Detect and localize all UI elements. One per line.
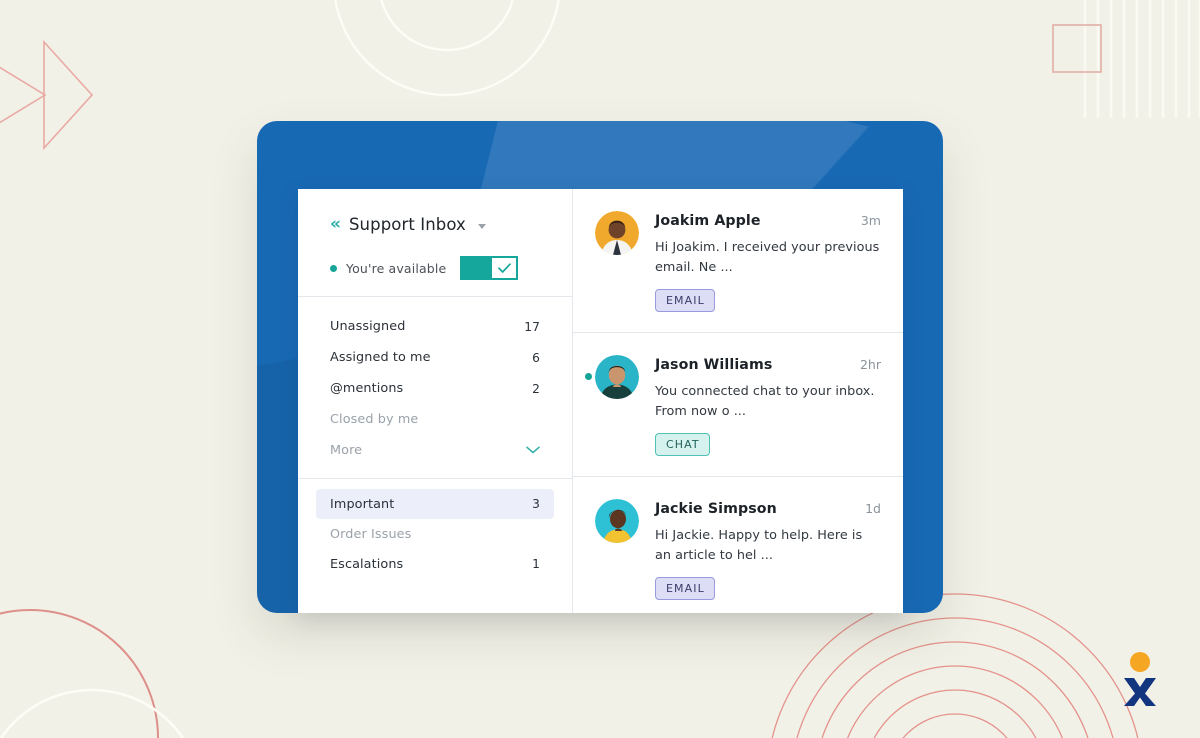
sidebar-item-count: 2 (532, 381, 540, 396)
contact-name: Jason Williams (655, 357, 773, 373)
status-dot (330, 264, 337, 272)
timestamp: 3m (860, 213, 881, 228)
sidebar-item-label: More (330, 443, 363, 458)
timestamp: 1d (865, 501, 881, 516)
tag-nav-list: Important 3 Order Issues Escalations 1 (298, 479, 572, 579)
conversation-header: Jackie Simpson 1d (655, 501, 881, 517)
sidebar-item-label: Unassigned (330, 319, 406, 334)
toggle-knob[interactable] (490, 256, 519, 280)
concentric-arcs (771, 593, 1139, 738)
conversation-body: Joakim Apple 3m Hi Joakim. I received yo… (655, 211, 881, 316)
sidebar-item-mentions[interactable]: @mentions 2 (330, 373, 540, 404)
sidebar-item-count: 6 (532, 350, 540, 365)
top-concentric-circles (334, 0, 560, 97)
avatar (595, 211, 639, 255)
sidebar-item-label: @mentions (330, 381, 404, 396)
sidebar-item-label: Closed by me (330, 412, 419, 427)
toggle-track[interactable] (460, 256, 491, 280)
availability-label: You're available (346, 260, 447, 276)
sidebar-header: « Support Inbox You're available (298, 189, 572, 296)
page-title: Support Inbox (348, 215, 466, 234)
sidebar-item-escalations[interactable]: Escalations 1 (316, 549, 554, 579)
sidebar-item-unassigned[interactable]: Unassigned 17 (330, 311, 540, 342)
sidebar-item-assigned-to-me[interactable]: Assigned to me 6 (330, 342, 540, 373)
sidebar-item-more[interactable]: More (330, 435, 540, 466)
unread-indicator (585, 373, 592, 380)
check-icon (497, 262, 511, 273)
sidebar-item-label: Escalations (330, 556, 404, 572)
availability-row: You're available (330, 256, 572, 280)
message-preview: You connected chat to your inbox. From n… (655, 384, 875, 419)
availability-toggle[interactable] (460, 256, 519, 280)
collapse-icon[interactable]: « (330, 216, 341, 233)
conversation-body: Jackie Simpson 1d Hi Jackie. Happy to he… (655, 499, 881, 605)
sidebar-item-count: 3 (532, 497, 540, 511)
sidebar-item-count: 1 (532, 557, 540, 571)
list-item[interactable]: Joakim Apple 3m Hi Joakim. I received yo… (573, 189, 903, 333)
sidebar-item-important[interactable]: Important 3 (316, 489, 554, 519)
chevron-down-icon[interactable] (477, 223, 486, 229)
sidebar: « Support Inbox You're available Unassig… (298, 189, 573, 613)
logo-dot (1130, 652, 1150, 672)
conversation-header: Jason Williams 2hr (655, 357, 881, 373)
contact-name: Jackie Simpson (655, 501, 777, 517)
inbox-app-window: « Support Inbox You're available Unassig… (298, 189, 903, 613)
sidebar-item-label: Assigned to me (330, 350, 431, 365)
vertical-stripes (1083, 0, 1200, 118)
inbox-selector[interactable]: « Support Inbox (330, 215, 572, 234)
list-item[interactable]: Jason Williams 2hr You connected chat to… (573, 333, 903, 477)
conversation-list: Joakim Apple 3m Hi Joakim. I received yo… (573, 189, 903, 613)
sidebar-item-closed-by-me[interactable]: Closed by me (330, 404, 540, 435)
conversation-body: Jason Williams 2hr You connected chat to… (655, 355, 881, 460)
avatar (595, 355, 639, 399)
contact-name: Joakim Apple (655, 213, 761, 229)
list-item[interactable]: Jackie Simpson 1d Hi Jackie. Happy to he… (573, 477, 903, 613)
sidebar-item-label: Order Issues (330, 526, 412, 542)
message-preview: Hi Jackie. Happy to help. Here is an art… (655, 528, 863, 563)
sidebar-item-order-issues[interactable]: Order Issues (316, 519, 554, 549)
channel-badge: EMAIL (655, 576, 715, 600)
sidebar-item-count: 17 (524, 319, 540, 334)
channel-badge: CHAT (655, 432, 710, 456)
timestamp: 2hr (859, 357, 881, 372)
logo-x (1124, 678, 1156, 706)
message-preview: Hi Joakim. I received your previous emai… (655, 240, 880, 275)
avatar (595, 499, 639, 543)
nexthink-x-logo (1124, 652, 1156, 706)
chevron-triangles-icon (0, 39, 94, 151)
channel-badge: EMAIL (655, 288, 715, 312)
bottom-left-circles (0, 609, 185, 738)
sidebar-item-label: Important (330, 496, 395, 512)
conversation-header: Joakim Apple 3m (655, 213, 881, 229)
inbox-nav-list: Unassigned 17 Assigned to me 6 @mentions… (298, 297, 572, 478)
square-outline (1052, 24, 1102, 73)
chevron-down-icon[interactable] (526, 444, 540, 457)
